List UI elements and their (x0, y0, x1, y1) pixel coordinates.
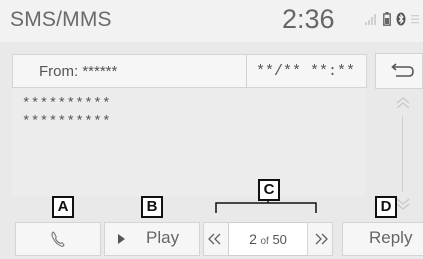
next-message-button[interactable] (307, 222, 333, 256)
menu-icon[interactable] (411, 12, 419, 31)
back-button[interactable] (375, 53, 423, 89)
scroll-track[interactable] (402, 116, 403, 192)
callout-b: B (141, 196, 163, 218)
message-line-1: ********** (22, 96, 112, 112)
status-bar: SMS/MMS 2:36 (0, 0, 423, 42)
status-icons (364, 12, 419, 31)
phone-icon (51, 231, 65, 247)
play-label: Play (146, 228, 180, 247)
play-button[interactable]: Play (104, 222, 200, 256)
page-of: of (260, 236, 269, 247)
page-total: 50 (272, 232, 287, 247)
callout-a: A (52, 196, 74, 218)
sms-screen: SMS/MMS 2:36 From: ****** **/** **:** **… (0, 0, 423, 259)
play-icon (118, 234, 125, 244)
double-chevron-right-icon (315, 233, 328, 245)
callout-c: C (258, 179, 280, 201)
message-body: ********** ********** (12, 88, 365, 196)
call-button[interactable] (15, 222, 101, 256)
reply-button[interactable]: Reply (342, 222, 423, 256)
message-header: From: ****** **/** **:** (12, 54, 367, 88)
sender-field: From: ****** (39, 63, 118, 80)
page-indicator: 2 of 50 (228, 222, 308, 256)
clock: 2:36 (282, 4, 335, 34)
battery-icon (383, 12, 391, 31)
back-arrow-icon (391, 63, 414, 77)
double-chevron-left-icon (208, 233, 221, 245)
callout-d: D (375, 196, 397, 218)
reply-label: Reply (369, 228, 413, 247)
message-line-2: ********** (22, 114, 112, 130)
scroll-up-icon[interactable] (385, 92, 421, 116)
app-title: SMS/MMS (10, 8, 112, 31)
signal-icon (364, 12, 378, 31)
page-current: 2 (249, 231, 257, 247)
previous-message-button[interactable] (203, 222, 229, 256)
header-divider (246, 55, 247, 87)
message-datetime: **/** **:** (256, 63, 356, 80)
bluetooth-icon (396, 12, 406, 31)
